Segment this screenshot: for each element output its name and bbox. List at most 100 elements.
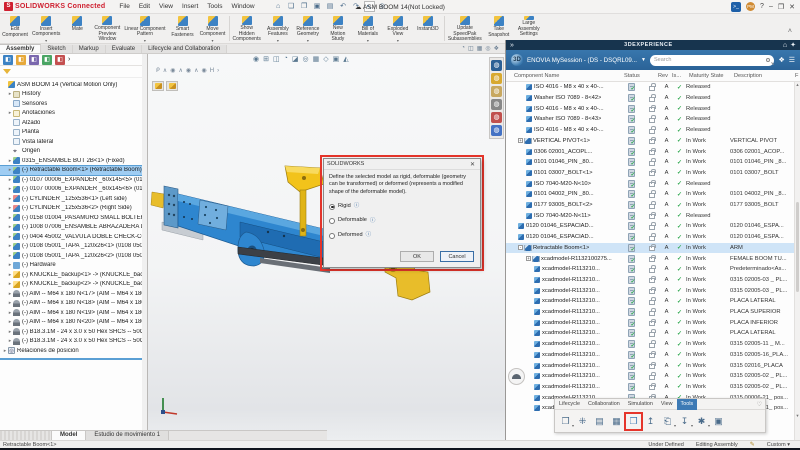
tree-item[interactable]: ▸(-) 0108 05001_TAPA _120x26<2> (0108 05… bbox=[0, 251, 142, 261]
tree-item[interactable]: Vista lateral bbox=[0, 137, 142, 147]
redo-icon[interactable]: ↷ bbox=[351, 1, 362, 12]
component-row[interactable]: 0101 04002_PIN _80...✓A✓In Work0101 0400… bbox=[506, 189, 794, 200]
options-icon[interactable]: ◎ bbox=[377, 1, 388, 12]
dialog-title-bar[interactable]: SOLIDWORKS ✕ bbox=[324, 159, 480, 170]
component-row[interactable]: 0177 93005_BOLT<2>✓A✓In Work0177 93005_B… bbox=[506, 200, 794, 211]
close-icon[interactable]: ✕ bbox=[789, 3, 795, 11]
tag-icon[interactable]: ❖ bbox=[778, 56, 784, 64]
menu-file[interactable]: File bbox=[115, 2, 133, 11]
tree-item[interactable]: ▸(-) B18.3.1M - 24 x 3.0 x 50 Hex SHCS -… bbox=[0, 327, 142, 337]
tab-markup[interactable]: Markup bbox=[73, 45, 106, 53]
feature-manager-icon[interactable]: ◧ bbox=[3, 55, 13, 65]
column-header-description[interactable]: Description bbox=[734, 73, 762, 79]
document-icon[interactable]: ▤ bbox=[592, 414, 607, 429]
tree-item[interactable]: ▸(-) AIM -- M64 x 180 N<20> (AIM -- M64 … bbox=[0, 318, 142, 328]
table-icon[interactable]: ▦ bbox=[609, 414, 624, 429]
tree-item[interactable]: ▸(-) KNUCKLE_backup<2> -> (KNUCKLE_backu… bbox=[0, 280, 142, 290]
edit-component-button[interactable]: Edit Component bbox=[0, 14, 30, 43]
print-icon[interactable]: ⎗▾ bbox=[660, 414, 675, 429]
component-row[interactable]: ISO 4016 - M8 x 40 x 40-...✓A✓Released bbox=[506, 125, 794, 136]
mate-icon[interactable]: ∧ bbox=[163, 67, 167, 74]
tree-item[interactable]: ▸◎Relaciones de posición bbox=[0, 346, 142, 356]
component-row[interactable]: xcadmodel-R113210...✓A✓In Work0315 02005… bbox=[506, 275, 794, 286]
mate-button[interactable]: Mate bbox=[62, 14, 92, 43]
feature-tree-scrollbar[interactable] bbox=[142, 54, 147, 430]
menu-insert[interactable]: Insert bbox=[178, 2, 202, 11]
design-library-icon[interactable]: ◍ bbox=[491, 73, 502, 84]
hamburger-menu-icon[interactable]: ☰ bbox=[789, 56, 795, 64]
expand-icon[interactable]: › bbox=[217, 68, 219, 74]
section-view-icon[interactable]: ◫ bbox=[273, 55, 280, 63]
model-tab-model[interactable]: Model bbox=[52, 431, 86, 440]
rotate-view-icon[interactable]: ◭ bbox=[343, 55, 348, 63]
column-header-status[interactable]: Status bbox=[624, 73, 640, 79]
ok-button[interactable]: OK bbox=[400, 251, 434, 262]
tree-item[interactable]: ▸(-) Hardware bbox=[0, 261, 142, 271]
component-row[interactable]: Washer ISO 7089 - 8<43>✓A✓Released bbox=[506, 114, 794, 125]
hide-show-items-icon[interactable]: ◎ bbox=[302, 55, 308, 63]
home-icon[interactable]: ⌂ bbox=[273, 1, 284, 12]
component-row[interactable]: ISO 7040-M20-N<10>✓A✓Released bbox=[506, 178, 794, 189]
component-row[interactable]: ISO 4016 - M8 x 40 x 40-...✓A✓Released bbox=[506, 82, 794, 93]
menu-view[interactable]: View bbox=[155, 2, 177, 11]
radio-option-deformable[interactable]: Deformableⓘ bbox=[329, 217, 475, 225]
radio-deformable[interactable] bbox=[329, 218, 335, 224]
list-scrollbar[interactable]: ▲▼ bbox=[794, 82, 800, 448]
tab-sketch[interactable]: Sketch bbox=[41, 45, 72, 53]
chevron-down-icon[interactable]: ▼ bbox=[641, 57, 646, 63]
panel-chevron-icon[interactable]: › bbox=[68, 56, 70, 63]
component-row[interactable]: ISO 4016 - M8 x 40 x 40-...✓A✓Released bbox=[506, 103, 794, 114]
component-row[interactable]: xcadmodel-R113210...✓A✓In WorkPLACA LATE… bbox=[506, 328, 794, 339]
component-row[interactable]: xcadmodel-R113210...✓A✓In Work0315 02005… bbox=[506, 339, 794, 350]
rollback-bar[interactable] bbox=[0, 358, 147, 360]
pin-icon[interactable]: ✦ bbox=[790, 41, 796, 49]
new-motion-study-button[interactable]: New Motion Study bbox=[323, 14, 353, 43]
search-input[interactable]: Search bbox=[650, 55, 774, 66]
component-row[interactable]: +VERTICAL PIVOT<1>✓A✓In WorkVERTICAL PIV… bbox=[506, 136, 794, 147]
edit-appearance-icon[interactable]: ▦ bbox=[313, 55, 320, 63]
component-row[interactable]: 0120 01046_ESPACIAD...✓A✓In Work0120 010… bbox=[506, 221, 794, 232]
tree-item[interactable]: ▸(-) CYLINDER _125x536<1> (Left side) bbox=[0, 194, 142, 204]
menu-edit[interactable]: Edit bbox=[135, 2, 154, 11]
tree-item[interactable]: ▸(-) Retractable Boom<1> (Retractable Bo… bbox=[0, 166, 142, 176]
tree-item[interactable]: Planta bbox=[0, 128, 142, 138]
quick-view-icon[interactable]: ◫ bbox=[468, 45, 474, 52]
component-row[interactable]: -Retractable Boom<1>✓A✓In WorkARM bbox=[506, 243, 794, 254]
component-row[interactable]: Washer ISO 7089 - 8<42>✓A✓Released bbox=[506, 93, 794, 104]
close-icon[interactable]: ✕ bbox=[468, 161, 477, 168]
export-icon[interactable]: ↧▾ bbox=[677, 414, 692, 429]
menu-window[interactable]: Window bbox=[227, 2, 258, 11]
mate-icon[interactable]: ∧ bbox=[178, 67, 182, 74]
history-icon[interactable]: H bbox=[210, 68, 214, 74]
tab-scroll-area[interactable] bbox=[0, 431, 52, 440]
tree-item[interactable]: ▸(-) AIM -- M64 x 180 N<17> (AIM -- M64 … bbox=[0, 289, 142, 299]
tree-item[interactable]: ▸(-) AIM -- M64 x 180 N<18> (AIM -- M64 … bbox=[0, 299, 142, 309]
quick-view-icon[interactable]: ❖ bbox=[494, 45, 499, 52]
view-orientation-icon[interactable]: ◔ bbox=[284, 55, 288, 63]
view-palette-icon[interactable]: ◍ bbox=[491, 99, 502, 110]
new-document-icon[interactable]: ❏ bbox=[286, 1, 297, 12]
component-row[interactable]: xcadmodel-R113210...✓A✓In WorkPLACA LATE… bbox=[506, 296, 794, 307]
home-icon[interactable]: ⌂ bbox=[783, 42, 787, 49]
expander-icon[interactable]: + bbox=[518, 138, 523, 143]
toolbar-tab-view[interactable]: View bbox=[657, 399, 677, 410]
tree-item[interactable]: ⌖Origen bbox=[0, 147, 142, 157]
session-label[interactable]: ENOVIA MySession - (DS - DSQRL09... bbox=[527, 57, 637, 64]
terminal-icon[interactable]: >_ bbox=[731, 2, 741, 12]
mate-icon[interactable]: ∧ bbox=[194, 67, 198, 74]
tree-item[interactable]: ▸(-) 0404 45002_VALVULA DOBLE CHECK-COMP… bbox=[0, 232, 142, 242]
scene-icon[interactable]: ◇ bbox=[323, 55, 328, 63]
selected-component-badge[interactable] bbox=[152, 81, 164, 91]
radio-rigid[interactable] bbox=[329, 204, 335, 210]
reference-geometry-button[interactable]: Reference Geometry▾ bbox=[293, 14, 323, 43]
component-row[interactable]: ISO 7040-M20-N<11>✓A✓Released bbox=[506, 210, 794, 221]
selection-filter-icon[interactable]: ᑭ bbox=[156, 67, 160, 74]
tree-item[interactable]: ▸History bbox=[0, 90, 142, 100]
component-row[interactable]: 0101 03007_BOLT<1>✓A✓In Work0101 03007_B… bbox=[506, 168, 794, 179]
toolbar-tab-tools[interactable]: Tools bbox=[677, 399, 698, 410]
planning-icon[interactable]: ▣ bbox=[711, 414, 726, 429]
insert-components-button[interactable]: Insert Components▾ bbox=[30, 14, 62, 43]
tree-item[interactable]: ▸(-) 0107 00006_EXPANDER _60x145<6> (010… bbox=[0, 185, 142, 195]
model-tab-estudio-de-movimiento-1[interactable]: Estudio de movimiento 1 bbox=[86, 431, 169, 440]
open-icon[interactable]: ❐ bbox=[299, 1, 310, 12]
